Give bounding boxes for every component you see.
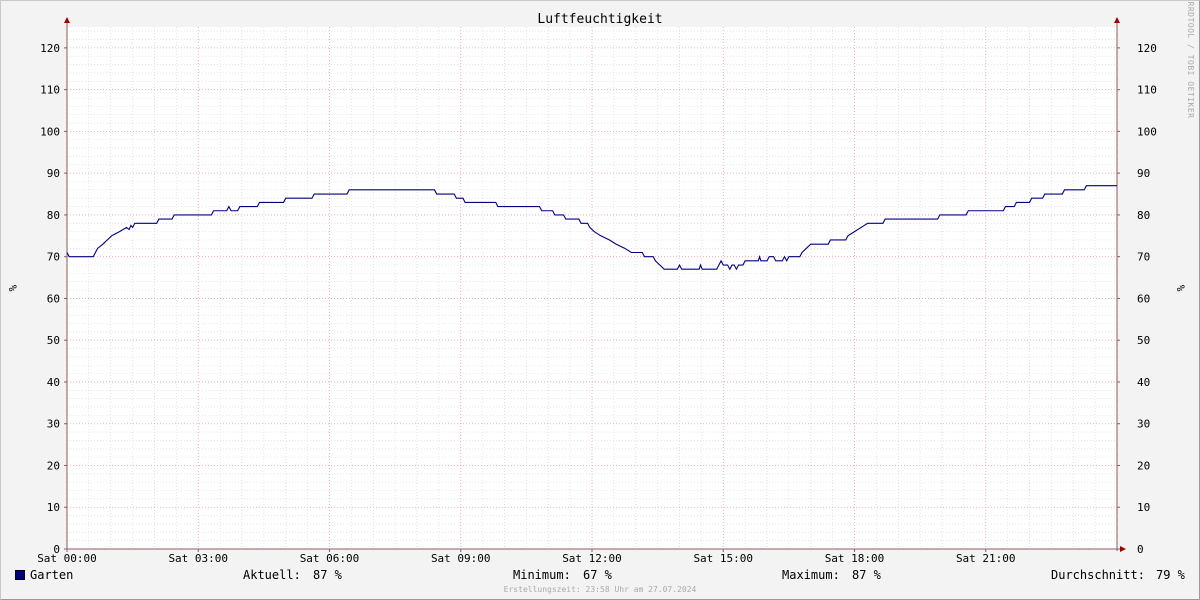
y-tick-label: 30 xyxy=(47,418,60,431)
x-tick-label: Sat 15:00 xyxy=(693,552,753,565)
y-tick-label: 20 xyxy=(47,459,60,472)
y-tick-label: 90 xyxy=(47,167,60,180)
y-axis-label-right: % xyxy=(1174,285,1187,292)
x-axis-arrow xyxy=(1120,546,1126,552)
y-tick-label: 110 xyxy=(40,84,60,97)
y-tick-label: 90 xyxy=(1137,167,1150,180)
humidity-chart: 0 10 20 30 40 50 60 70 80 90 100 110 120 0 10 20 30 40 50… xyxy=(6,2,1195,565)
x-tick-label: Sat 09:00 xyxy=(431,552,491,565)
y-tick-labels-left: 0102030405060708090100110120 xyxy=(40,42,60,556)
x-tick-label: Sat 00:00 xyxy=(37,552,97,565)
y-tick-label: 50 xyxy=(47,334,60,347)
y-tick-label: 70 xyxy=(47,251,60,264)
legend-swatch xyxy=(15,570,25,580)
y-tick-label: 70 xyxy=(1137,251,1150,264)
x-tick-label: Sat 21:00 xyxy=(956,552,1016,565)
y-tick-label: 10 xyxy=(47,501,60,514)
x-tick-label: Sat 06:00 xyxy=(300,552,360,565)
minimum-value: 67 % xyxy=(583,568,612,582)
y-tick-label: 120 xyxy=(1137,42,1157,55)
x-tick-labels: Sat 00:00 Sat 03:00 Sat 06:00 Sat 09:00 Sat … xyxy=(37,552,1015,565)
average-value: 79 % xyxy=(1156,568,1185,582)
maximum-value: 87 % xyxy=(852,568,881,582)
y-tick-label: 20 xyxy=(1137,459,1150,472)
current-value: 87 % xyxy=(313,568,342,582)
y-tick-label: 100 xyxy=(40,125,60,138)
y-tick-label: 110 xyxy=(1137,84,1157,97)
y-tick-label: 80 xyxy=(1137,209,1150,222)
x-tick-label: Sat 12:00 xyxy=(562,552,622,565)
chart-title: Luftfeuchtigkeit xyxy=(537,12,662,27)
minimum-label: Minimum: xyxy=(513,568,571,582)
y-tick-label: 10 xyxy=(1137,501,1150,514)
y-tick-label: 40 xyxy=(47,376,60,389)
legend: Garten Aktuell: 87 % Minimum: 67 % Maxim… xyxy=(0,566,1200,584)
x-tick-label: Sat 03:00 xyxy=(168,552,228,565)
current-label: Aktuell: xyxy=(243,568,301,582)
y-tick-label: 80 xyxy=(47,209,60,222)
y-tick-label: 30 xyxy=(1137,418,1150,431)
maximum-label: Maximum: xyxy=(782,568,840,582)
x-tick-label: Sat 18:00 xyxy=(825,552,885,565)
y-tick-label: 50 xyxy=(1137,334,1150,347)
y-tick-label: 40 xyxy=(1137,376,1150,389)
y-tick-label: 0 xyxy=(1137,543,1144,556)
y-tick-label: 120 xyxy=(40,42,60,55)
y-axis-arrow-left xyxy=(64,17,70,23)
y-axis-label-left: % xyxy=(6,285,19,292)
y-tick-label: 60 xyxy=(47,292,60,305)
legend-series-name: Garten xyxy=(30,568,74,582)
watermark: RRDTOOL / TOBI OETIKER xyxy=(1186,2,1195,119)
y-axis-arrow-right xyxy=(1114,17,1120,23)
y-tick-label: 100 xyxy=(1137,125,1157,138)
creation-time: Erstellungszeit: 23:58 Uhr am 27.07.2024 xyxy=(503,585,697,594)
average-label: Durchschnitt: xyxy=(1051,568,1145,582)
y-tick-labels-right: 0 10 20 30 40 50 60 70 80 90 100 110 120 xyxy=(1137,42,1157,556)
y-tick-label: 60 xyxy=(1137,292,1150,305)
